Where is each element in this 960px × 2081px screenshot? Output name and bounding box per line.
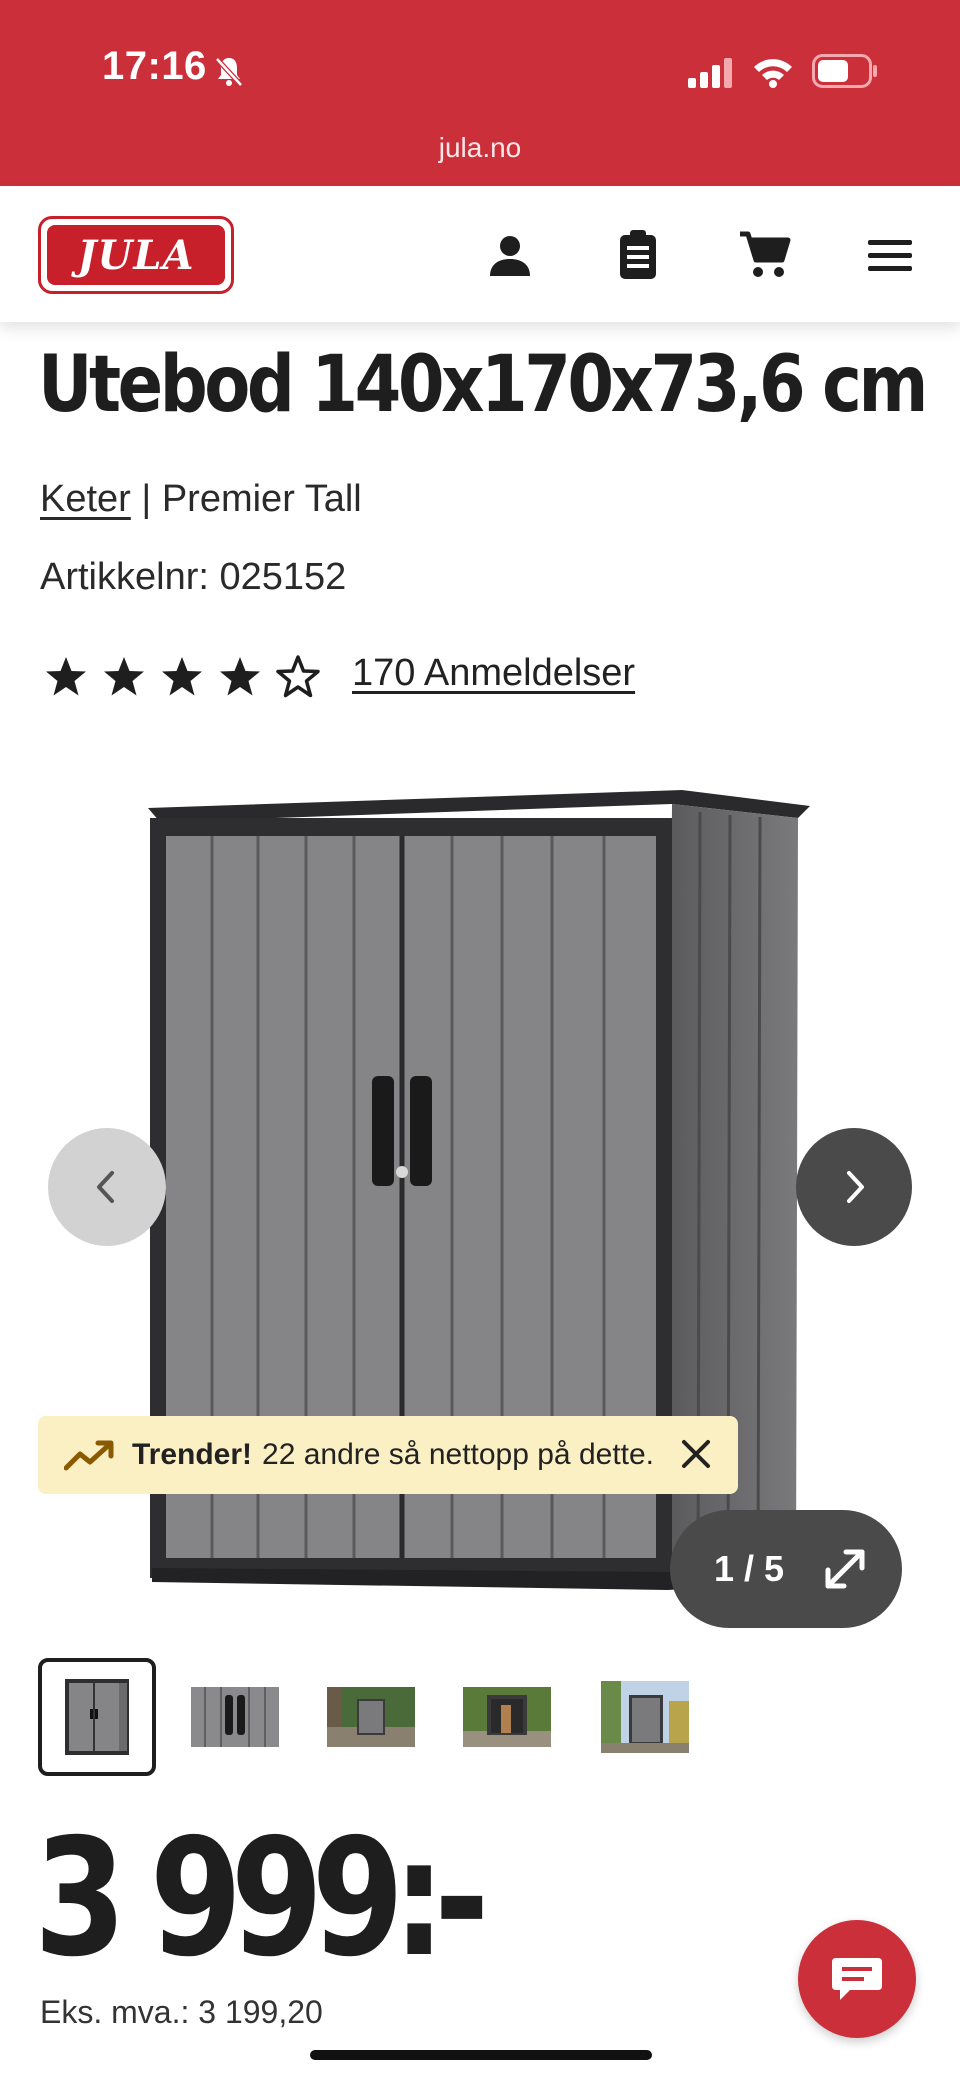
site-header: JULA <box>0 186 960 322</box>
brand-separator: | <box>130 478 162 520</box>
gallery-next-button[interactable] <box>796 1128 912 1246</box>
thumbnail-2[interactable] <box>176 1658 294 1776</box>
half-star-icon <box>276 655 320 698</box>
thumbnail-image <box>327 1687 415 1747</box>
star-icon <box>220 657 260 696</box>
product-model: Premier Tall <box>161 478 362 520</box>
chat-button[interactable] <box>798 1920 916 2038</box>
bell-muted-icon <box>215 57 243 87</box>
product-price: 3 999:- <box>34 1805 489 1993</box>
jula-logo[interactable]: JULA <box>38 216 234 294</box>
logo-text: JULA <box>77 231 195 279</box>
logo-badge: JULA <box>47 225 225 285</box>
browser-url[interactable]: jula.no <box>0 132 960 164</box>
thumbnail-4[interactable] <box>448 1658 566 1776</box>
star-icon <box>104 657 144 696</box>
brand-link[interactable]: Keter <box>40 478 131 520</box>
chevron-left-icon <box>97 1171 114 1203</box>
shopping-list-icon[interactable] <box>610 226 666 282</box>
trend-label: Trender! <box>132 1438 253 1471</box>
product-title: Utebod 140x170x73,6 cm <box>38 340 928 430</box>
thumbnail-image <box>191 1687 279 1747</box>
rating-stars[interactable] <box>44 652 334 702</box>
trend-banner: Trender! 22 andre så nettopp på dette. <box>38 1416 738 1494</box>
cart-icon[interactable] <box>736 226 792 282</box>
gallery-prev-button[interactable] <box>48 1128 166 1246</box>
battery-icon <box>812 54 877 88</box>
chevron-right-icon <box>847 1171 864 1203</box>
user-icon[interactable] <box>482 228 538 284</box>
close-icon[interactable] <box>676 1434 716 1474</box>
hamburger-menu-icon[interactable] <box>862 228 918 284</box>
thumbnail-3[interactable] <box>312 1658 430 1776</box>
trend-text: 22 andre så nettopp på dette. <box>262 1438 655 1471</box>
thumbnail-image <box>463 1687 551 1747</box>
reviews-link[interactable]: 170 Anmeldelser <box>352 652 635 695</box>
thumbnail-image <box>601 1681 689 1753</box>
expand-icon[interactable] <box>820 1544 870 1594</box>
thumbnail-image <box>65 1679 129 1755</box>
wifi-icon <box>754 59 792 88</box>
home-indicator <box>310 2050 652 2060</box>
brand-line: Keter | Premier Tall <box>40 478 362 521</box>
image-counter-text: 1 / 5 <box>714 1548 785 1589</box>
article-number: Artikkelnr: 025152 <box>40 556 347 598</box>
price-ex-vat: Eks. mva.: 3 199,20 <box>40 1994 323 2030</box>
status-time: 17:16 <box>102 44 207 88</box>
thumbnail-1[interactable] <box>38 1658 156 1776</box>
star-icon <box>46 657 86 696</box>
star-icon <box>162 657 202 696</box>
trending-up-icon <box>64 1440 114 1471</box>
chat-icon <box>832 1958 882 2000</box>
cellular-signal-icon <box>688 58 732 88</box>
gallery-counter[interactable]: 1 / 5 <box>670 1510 902 1628</box>
thumbnail-5[interactable] <box>586 1658 704 1776</box>
